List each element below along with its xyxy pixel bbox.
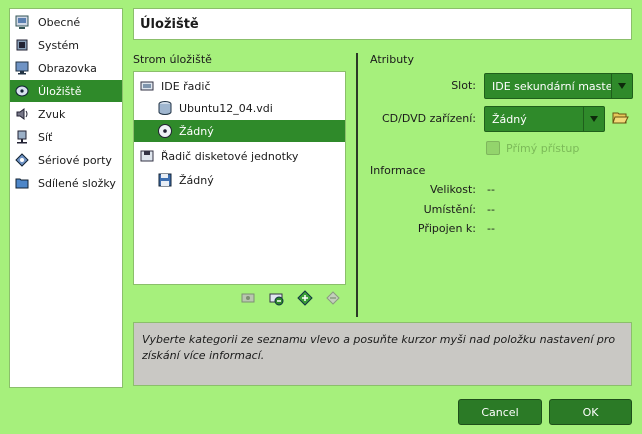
nav-item-system[interactable]: Systém [10,34,122,56]
nav-item-storage[interactable]: Úložiště [10,80,122,102]
nav-item-label: Sdílené složky [38,176,116,190]
folder-open-icon [612,112,629,129]
display-icon [14,60,30,76]
page-title: Úložiště [140,16,199,32]
tree-item-label: Ubuntu12_04.vdi [179,101,273,115]
tree-item-label: Žádný [179,173,214,187]
size-value: -- [487,183,495,196]
nav-item-label: Obrazovka [38,61,97,75]
slot-value: IDE sekundární master [492,79,611,93]
remove-controller-icon [268,290,284,309]
choose-disk-button[interactable] [612,110,629,127]
nav-item-label: Zvuk [38,107,66,121]
live-cd-label: Přímý přístup [506,142,580,155]
tree-item-label: Žádný [179,124,214,138]
cd-dvd-icon [157,123,173,139]
remove-attachment-icon [325,290,341,309]
hard-disk-icon [157,100,173,116]
floppy-disk-icon [157,172,173,188]
nav-item-shared-folders[interactable]: Sdílené složky [10,172,122,194]
storage-tree[interactable]: IDE řadič Ubuntu12_04.vdi Žádný Řadič di… [133,71,346,285]
tree-item-label: IDE řadič [161,79,211,93]
remove-controller-button[interactable] [268,291,284,307]
serial-ports-icon [14,152,30,168]
information-heading: Informace [370,164,426,177]
slot-select[interactable]: IDE sekundární master [484,73,633,99]
live-cd-checkbox[interactable] [486,141,500,155]
network-icon [14,129,30,145]
nav-item-network[interactable]: Síť [10,126,122,148]
ide-controller-icon [139,78,155,94]
location-label: Umístění: [423,203,476,216]
chevron-down-icon [583,107,604,131]
page-title-box: Úložiště [133,8,632,40]
attached-to-value: -- [487,222,495,235]
nav-item-serial-ports[interactable]: Sériové porty [10,149,122,171]
nav-item-label: Síť [38,130,53,144]
tree-item-floppy-disk[interactable]: Žádný [134,169,345,191]
attached-to-label: Připojen k: [417,222,476,235]
add-attachment-button[interactable] [297,289,313,309]
add-attachment-icon [297,289,313,309]
shared-folders-icon [14,175,30,191]
settings-category-list: Obecné Systém Obrazovka Úložiště Zvuk Sí… [9,8,123,388]
nav-item-general[interactable]: Obecné [10,11,122,33]
hint-box: Vyberte kategorii ze seznamu vlevo a pos… [133,322,632,386]
panel-separator [356,53,358,317]
audio-icon [14,106,30,122]
storage-tree-label: Strom úložiště [133,53,212,66]
cd-dvd-label: CD/DVD zařízení: [382,112,476,125]
remove-attachment-button[interactable] [325,290,341,309]
ok-button[interactable]: OK [549,399,632,425]
tree-item-cd-dvd[interactable]: Žádný [134,120,345,142]
floppy-controller-icon [139,148,155,164]
general-icon [14,14,30,30]
nav-item-audio[interactable]: Zvuk [10,103,122,125]
tree-item-floppy-controller[interactable]: Řadič disketové jednotky [134,145,345,167]
location-value: -- [487,203,495,216]
storage-icon [14,83,30,99]
cancel-button[interactable]: Cancel [458,399,542,425]
nav-item-label: Systém [38,38,80,52]
nav-item-display[interactable]: Obrazovka [10,57,122,79]
add-controller-button[interactable] [240,291,256,307]
hint-text: Vyberte kategorii ze seznamu vlevo a pos… [142,333,616,362]
size-label: Velikost: [429,183,476,196]
tree-item-ide-controller[interactable]: IDE řadič [134,75,345,97]
chevron-down-icon [611,74,632,98]
nav-item-label: Obecné [38,15,81,29]
system-icon [14,37,30,53]
cd-dvd-select[interactable]: Žádný [484,106,605,132]
tree-item-hard-disk[interactable]: Ubuntu12_04.vdi [134,97,345,119]
add-controller-icon [240,290,256,309]
attributes-heading: Atributy [370,53,414,66]
cd-dvd-value: Žádný [492,112,527,126]
slot-label: Slot: [451,79,476,92]
tree-item-label: Řadič disketové jednotky [161,149,299,163]
nav-item-label: Úložiště [38,84,82,98]
nav-item-label: Sériové porty [38,153,112,167]
